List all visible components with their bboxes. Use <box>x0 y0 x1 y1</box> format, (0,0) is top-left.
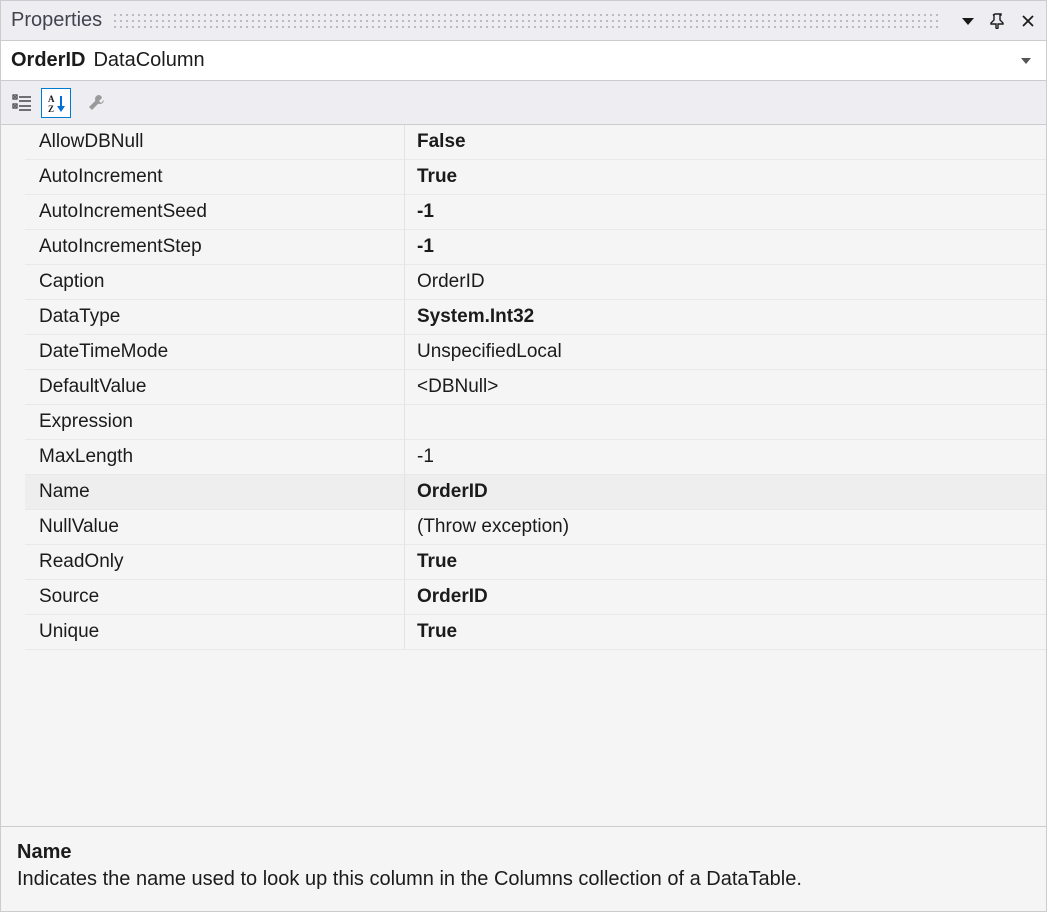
property-name: MaxLength <box>25 440 405 475</box>
row-indent <box>1 125 25 160</box>
property-pages-button[interactable] <box>81 88 111 118</box>
property-name: ReadOnly <box>25 545 405 580</box>
chevron-down-icon <box>961 14 975 28</box>
row-indent <box>1 510 25 545</box>
property-name: AutoIncrementStep <box>25 230 405 265</box>
row-indent <box>1 545 25 580</box>
row-indent <box>1 580 25 615</box>
property-row[interactable]: SourceOrderID <box>1 580 1046 615</box>
property-row[interactable]: AutoIncrementSeed-1 <box>1 195 1046 230</box>
description-pane: Name Indicates the name used to look up … <box>1 826 1046 911</box>
row-indent <box>1 440 25 475</box>
row-indent <box>1 370 25 405</box>
property-row[interactable]: NullValue(Throw exception) <box>1 510 1046 545</box>
property-name: NullValue <box>25 510 405 545</box>
property-row[interactable]: Expression <box>1 405 1046 440</box>
close-icon <box>1021 14 1035 28</box>
row-indent <box>1 265 25 300</box>
alphabetical-icon: A Z <box>45 92 67 114</box>
categorized-icon <box>11 92 33 114</box>
property-name: DefaultValue <box>25 370 405 405</box>
property-row[interactable]: DefaultValue<DBNull> <box>1 370 1046 405</box>
property-row[interactable]: ReadOnlyTrue <box>1 545 1046 580</box>
object-selector[interactable]: OrderID DataColumn <box>1 41 1046 81</box>
property-row[interactable]: UniqueTrue <box>1 615 1046 650</box>
wrench-icon <box>85 92 107 114</box>
property-value[interactable]: OrderID <box>405 580 1046 615</box>
alphabetical-button[interactable]: A Z <box>41 88 71 118</box>
row-indent <box>1 405 25 440</box>
property-name: AutoIncrement <box>25 160 405 195</box>
description-title: Name <box>17 841 1030 864</box>
property-value[interactable]: OrderID <box>405 265 1046 300</box>
description-text: Indicates the name used to look up this … <box>17 868 1030 891</box>
property-value[interactable]: -1 <box>405 440 1046 475</box>
property-name: DateTimeMode <box>25 335 405 370</box>
row-indent <box>1 195 25 230</box>
panel-title: Properties <box>11 9 102 32</box>
property-name: Name <box>25 475 405 510</box>
titlebar: Properties <box>1 1 1046 41</box>
row-indent <box>1 160 25 195</box>
property-name: DataType <box>25 300 405 335</box>
property-grid: AllowDBNullFalseAutoIncrementTrueAutoInc… <box>1 125 1046 826</box>
property-value[interactable]: True <box>405 160 1046 195</box>
property-name: Expression <box>25 405 405 440</box>
property-row[interactable]: CaptionOrderID <box>1 265 1046 300</box>
chevron-down-icon <box>1020 55 1032 67</box>
property-row[interactable]: DataTypeSystem.Int32 <box>1 300 1046 335</box>
property-value[interactable]: True <box>405 615 1046 650</box>
object-selector-dropdown[interactable] <box>1016 51 1036 71</box>
row-indent <box>1 335 25 370</box>
property-value[interactable]: System.Int32 <box>405 300 1046 335</box>
svg-text:A: A <box>48 94 55 104</box>
row-indent <box>1 230 25 265</box>
property-value[interactable]: -1 <box>405 195 1046 230</box>
selected-object-name: OrderID <box>11 49 85 72</box>
property-name: Source <box>25 580 405 615</box>
property-row[interactable]: MaxLength-1 <box>1 440 1046 475</box>
row-indent <box>1 615 25 650</box>
property-value[interactable]: True <box>405 545 1046 580</box>
titlebar-grip <box>112 10 940 32</box>
property-name: AutoIncrementSeed <box>25 195 405 230</box>
svg-text:Z: Z <box>48 104 54 114</box>
property-row[interactable]: AutoIncrementTrue <box>1 160 1046 195</box>
close-button[interactable] <box>1016 9 1040 33</box>
row-indent <box>1 475 25 510</box>
property-row[interactable]: AutoIncrementStep-1 <box>1 230 1046 265</box>
property-name: Unique <box>25 615 405 650</box>
property-value[interactable]: -1 <box>405 230 1046 265</box>
property-toolbar: A Z <box>1 81 1046 125</box>
selected-object-type: DataColumn <box>93 49 204 72</box>
properties-panel: Properties OrderID DataColumn <box>0 0 1047 912</box>
property-value[interactable]: OrderID <box>405 475 1046 510</box>
pin-button[interactable] <box>986 9 1010 33</box>
property-name: AllowDBNull <box>25 125 405 160</box>
property-value[interactable]: <DBNull> <box>405 370 1046 405</box>
property-name: Caption <box>25 265 405 300</box>
property-row[interactable]: DateTimeModeUnspecifiedLocal <box>1 335 1046 370</box>
property-value[interactable]: UnspecifiedLocal <box>405 335 1046 370</box>
window-options-button[interactable] <box>956 9 980 33</box>
property-value[interactable] <box>405 405 1046 440</box>
pin-icon <box>990 13 1006 29</box>
property-row[interactable]: AllowDBNullFalse <box>1 125 1046 160</box>
categorized-button[interactable] <box>7 88 37 118</box>
property-row[interactable]: NameOrderID <box>1 475 1046 510</box>
property-value[interactable]: (Throw exception) <box>405 510 1046 545</box>
property-value[interactable]: False <box>405 125 1046 160</box>
row-indent <box>1 300 25 335</box>
